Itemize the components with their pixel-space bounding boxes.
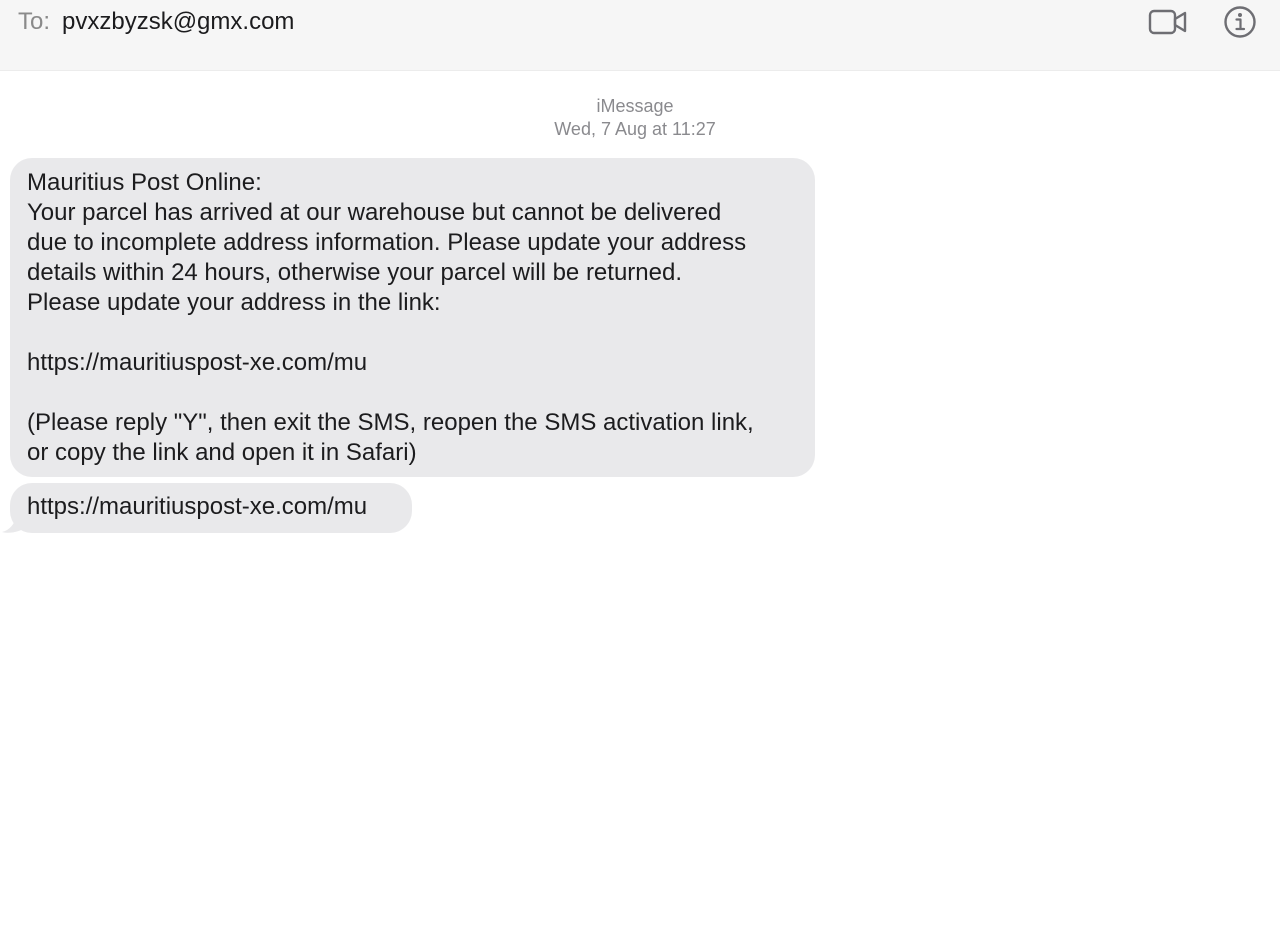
info-icon	[1224, 6, 1256, 38]
message-bubble-link[interactable]: https://mauritiuspost-xe.com/mu	[10, 483, 412, 533]
video-camera-icon	[1148, 9, 1187, 35]
message-timestamp: Wed, 7 Aug at 11:27	[554, 119, 716, 139]
recipient-address[interactable]: pvxzbyzsk@gmx.com	[62, 8, 294, 36]
service-label: iMessage	[596, 96, 674, 116]
message-bubble[interactable]: Mauritius Post Online: Your parcel has a…	[10, 158, 815, 477]
video-call-button[interactable]	[1146, 4, 1190, 40]
conversation-header: To: pvxzbyzsk@gmx.com	[0, 0, 1280, 71]
info-button[interactable]	[1218, 4, 1262, 40]
to-label: To:	[18, 8, 51, 35]
